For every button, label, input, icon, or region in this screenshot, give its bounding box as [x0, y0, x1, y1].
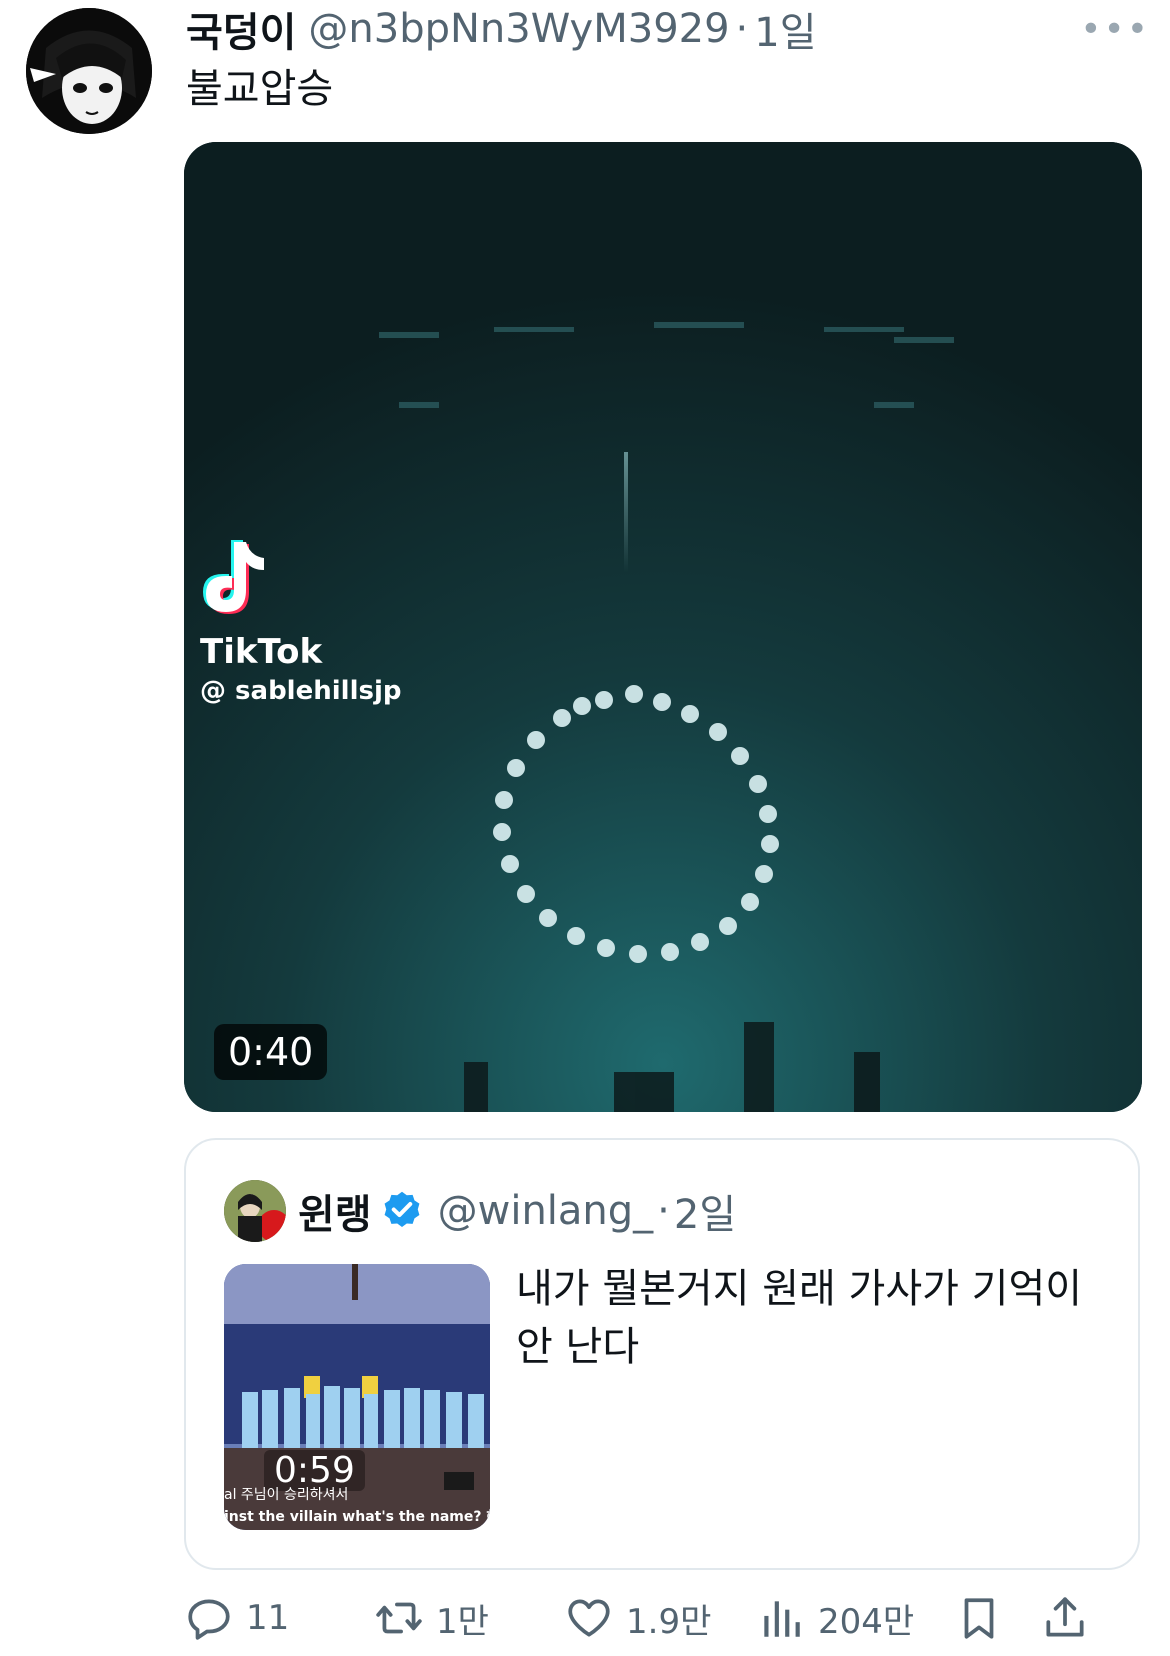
- retweet-icon: [376, 1602, 422, 1634]
- quoted-separator-dot: ·: [657, 1188, 670, 1234]
- separator-dot: ·: [735, 6, 749, 52]
- like-count: 1.9만: [626, 1601, 712, 1642]
- verified-badge-icon: [384, 1191, 420, 1227]
- share-button[interactable]: [1040, 1588, 1102, 1648]
- retweet-count: 1만: [436, 1601, 489, 1642]
- like-icon: [568, 1599, 610, 1637]
- like-button[interactable]: 1.9만: [564, 1588, 711, 1648]
- quoted-video-thumbnail[interactable]: 0:59 al 주님이 승리하셔서 inst the villain what'…: [224, 1264, 490, 1530]
- video-duration-badge: 0:40: [214, 1024, 328, 1080]
- more-icon[interactable]: •••: [1080, 4, 1150, 54]
- tweet-text: 불교압승: [186, 66, 334, 112]
- quoted-author-avatar[interactable]: [224, 1180, 286, 1242]
- views-count: 204만: [818, 1601, 915, 1642]
- reply-icon: [188, 1599, 230, 1640]
- bookmark-icon: [964, 1598, 994, 1639]
- reply-button[interactable]: 11: [184, 1588, 289, 1648]
- quoted-tweet[interactable]: 윈랭 @winlang_ · 2일 0:59 al 주님이 승리하셔서 inst…: [184, 1138, 1140, 1570]
- tweet-video[interactable]: TikTok @ sablehillsjp 0:40: [184, 142, 1142, 1112]
- author-display-name[interactable]: 국덩이: [186, 0, 296, 58]
- author-avatar[interactable]: [26, 8, 152, 134]
- views-icon: [764, 1601, 800, 1637]
- quoted-video-caption-korean: al 주님이 승리하셔서: [224, 1487, 349, 1503]
- author-handle[interactable]: @n3bpNn3WyM3929: [308, 6, 729, 52]
- retweet-button[interactable]: 1만: [374, 1588, 489, 1648]
- quoted-video-caption-english: inst the villain what's the name? 헤롯 군: [224, 1509, 490, 1525]
- tweet-action-bar: 11 1만 1.9만 204만: [184, 1588, 1144, 1648]
- tiktok-watermark: TikTok @ sablehillsjp: [200, 632, 401, 706]
- quoted-display-name[interactable]: 윈랭: [298, 1182, 372, 1240]
- views-button[interactable]: 204만: [756, 1588, 914, 1648]
- bookmark-button[interactable]: [954, 1588, 1016, 1648]
- quoted-tweet-text: 내가 뭘본거지 원래 가사가 기억이 안 난다: [516, 1266, 1083, 1370]
- share-icon: [1046, 1597, 1084, 1637]
- quoted-handle[interactable]: @winlang_: [438, 1188, 654, 1234]
- tiktok-username-text: @ sablehillsjp: [200, 676, 402, 706]
- tweet-timestamp[interactable]: 1일: [754, 0, 816, 58]
- quoted-timestamp[interactable]: 2일: [674, 1182, 736, 1240]
- quoted-header: 윈랭 @winlang_ · 2일: [298, 1178, 736, 1244]
- tiktok-brand-text: TikTok: [200, 632, 323, 672]
- tweet-header: 국덩이 @n3bpNn3WyM3929 · 1일 •••: [186, 4, 1150, 56]
- reply-count: 11: [246, 1598, 290, 1638]
